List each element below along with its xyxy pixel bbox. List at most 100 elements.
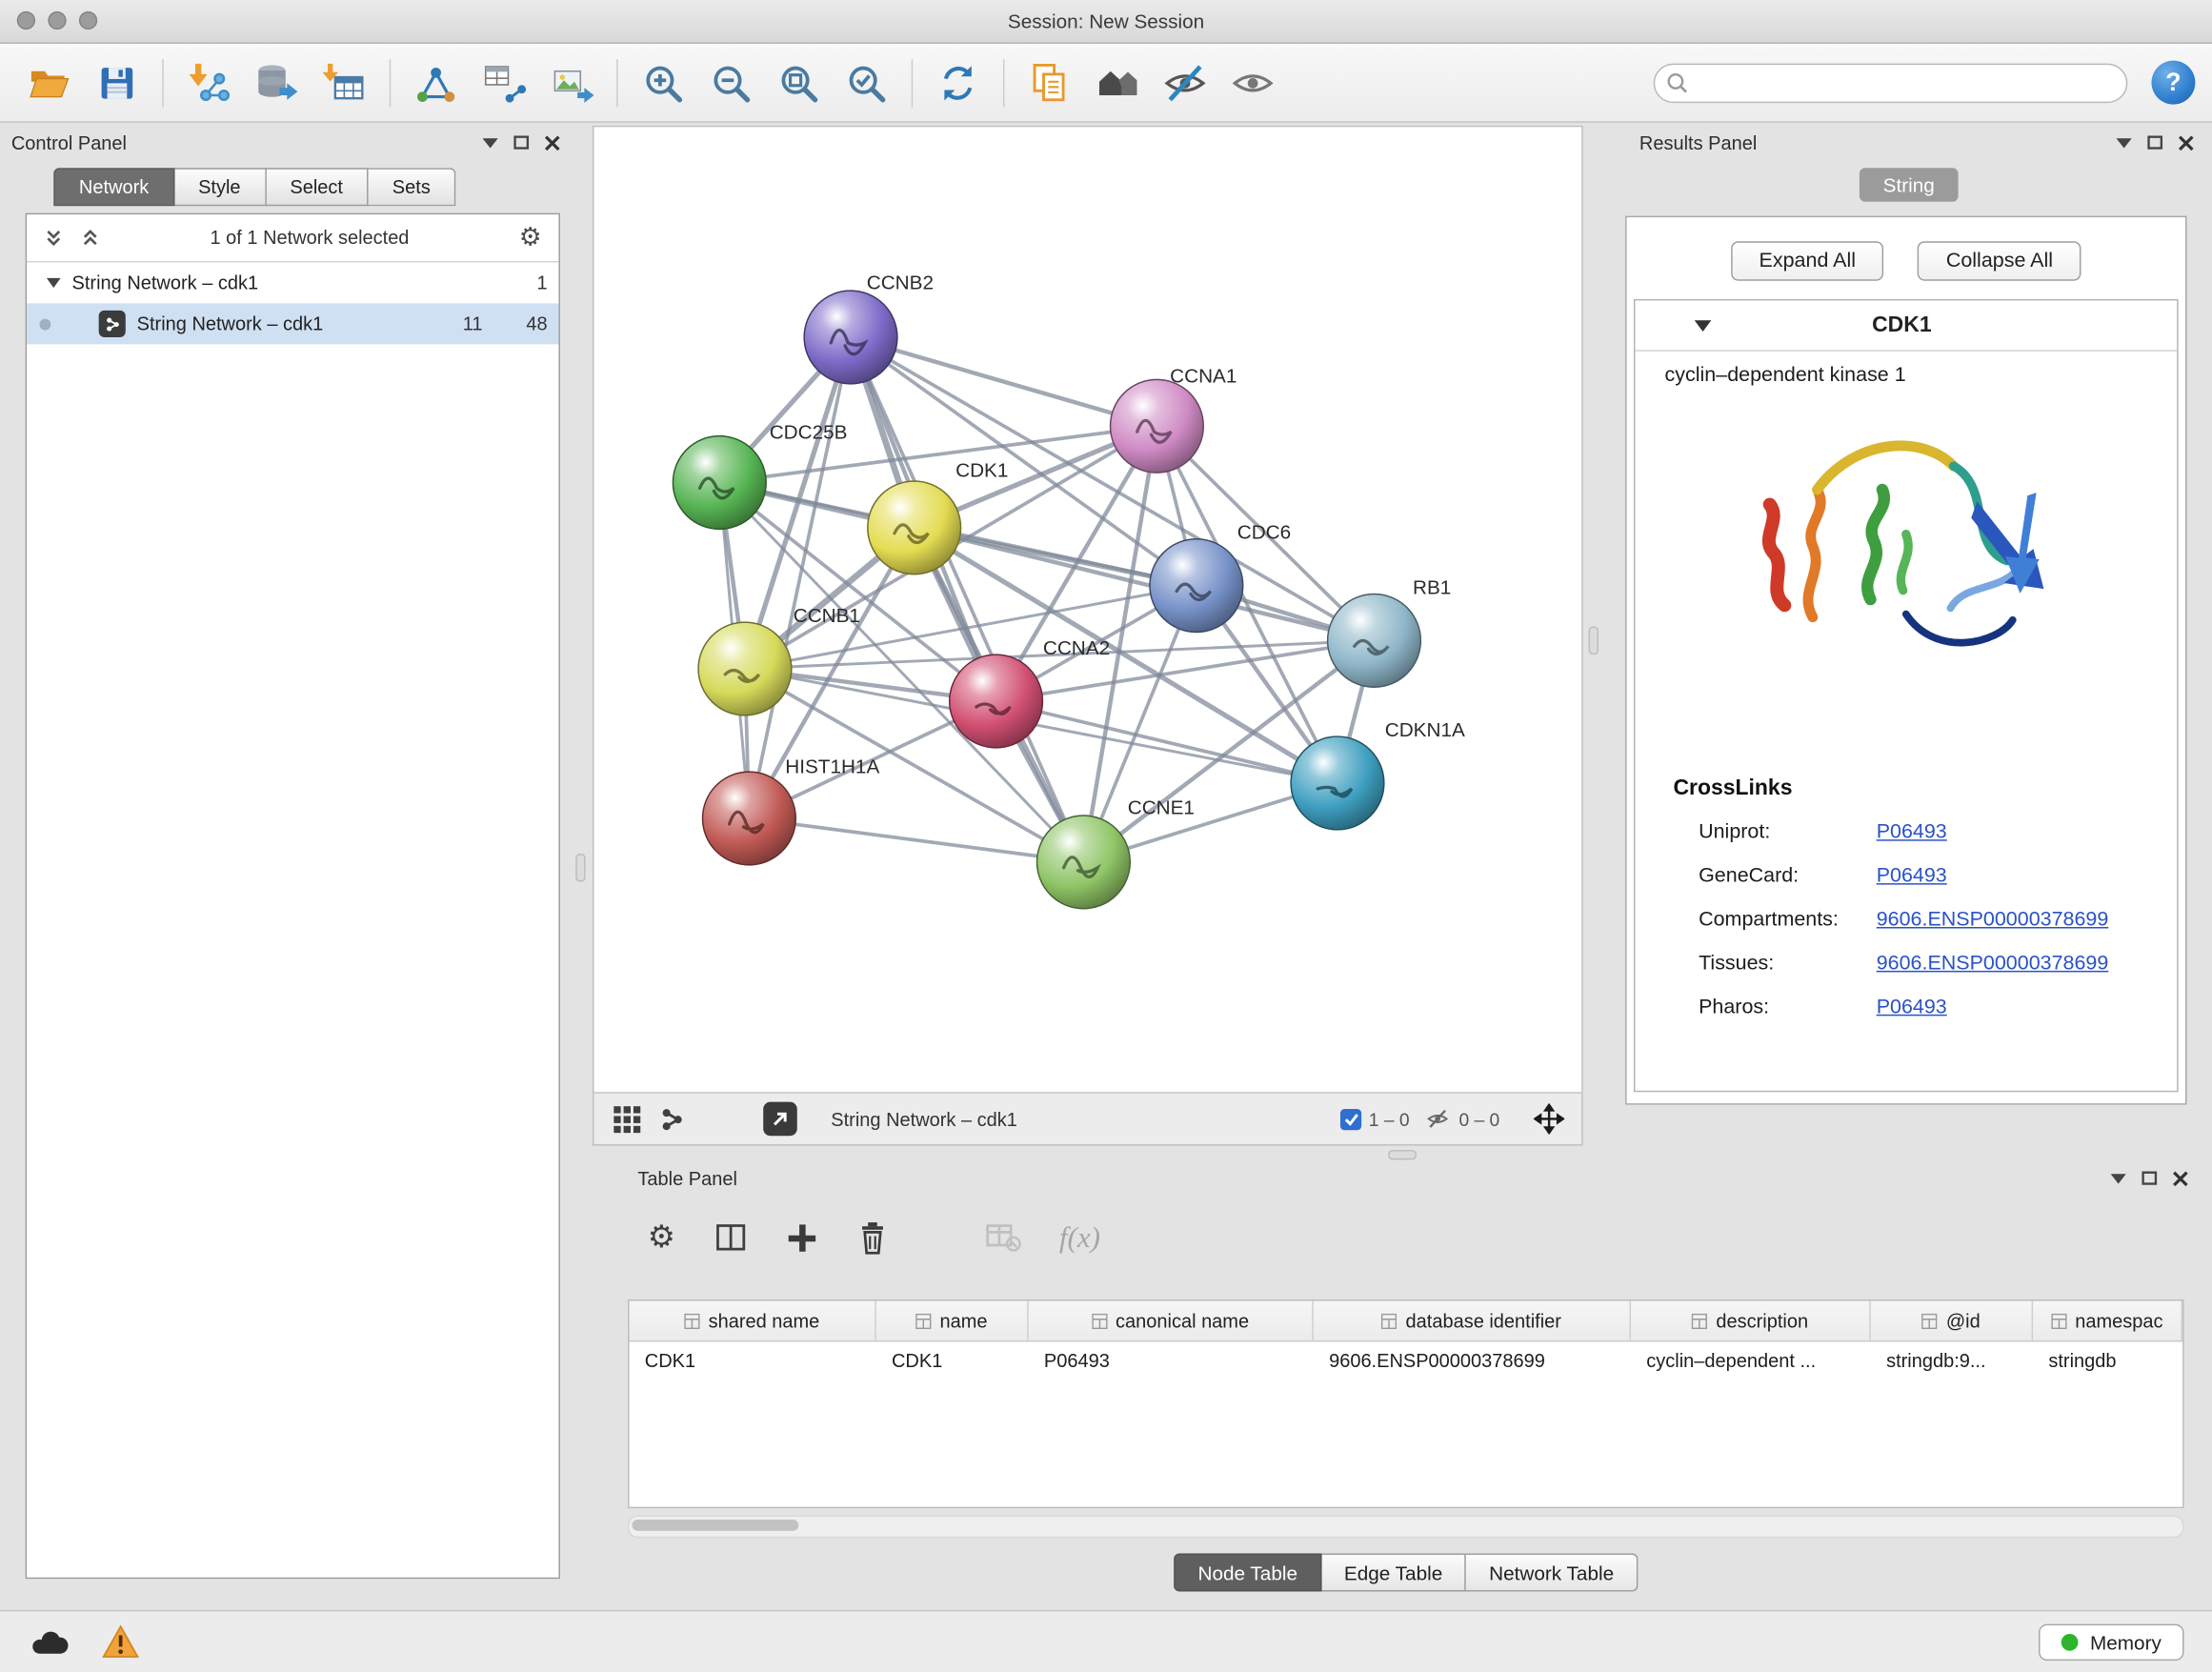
- search-input[interactable]: [1654, 63, 2128, 102]
- table-cell[interactable]: cyclin–dependent ...: [1631, 1350, 1871, 1371]
- table-cell[interactable]: CDK1: [876, 1350, 1029, 1371]
- expand-all-networks-button[interactable]: [74, 227, 106, 250]
- node-CDC25B[interactable]: [673, 436, 766, 530]
- memory-button[interactable]: Memory: [2040, 1623, 2184, 1661]
- function-builder-button[interactable]: f(x): [1059, 1219, 1100, 1255]
- selected-checkbox-icon[interactable]: [1340, 1108, 1361, 1129]
- control-panel-float-button[interactable]: [474, 131, 506, 154]
- network-overview-button[interactable]: [656, 1108, 688, 1131]
- warnings-button[interactable]: [102, 1624, 140, 1660]
- results-panel-maximize-button[interactable]: [2139, 131, 2170, 154]
- zoom-in-button[interactable]: [631, 51, 695, 113]
- delete-column-button[interactable]: [856, 1220, 889, 1255]
- node-CDC6[interactable]: [1150, 539, 1243, 633]
- table-panel-float-button[interactable]: [2102, 1167, 2134, 1190]
- left-splitter-handle[interactable]: [575, 854, 585, 882]
- window-zoom-button[interactable]: [79, 11, 97, 30]
- node-CCNE1[interactable]: [1037, 816, 1131, 909]
- delete-table-button-disabled[interactable]: [984, 1222, 1021, 1254]
- save-session-button[interactable]: [85, 51, 150, 113]
- tab-node-table[interactable]: Node Table: [1174, 1554, 1321, 1592]
- new-network-from-table-button[interactable]: [472, 51, 536, 113]
- hide-selected-button[interactable]: [1153, 51, 1217, 113]
- new-network-button[interactable]: [404, 51, 469, 113]
- crosslink-link[interactable]: P06493: [1877, 864, 1947, 887]
- import-network-file-button[interactable]: [176, 51, 241, 113]
- column-header-namespac[interactable]: namespac: [2033, 1300, 2182, 1340]
- network-options-gear-button[interactable]: ⚙: [513, 225, 548, 251]
- table-horizontal-scrollbar[interactable]: [628, 1516, 2184, 1539]
- column-header-shared-name[interactable]: shared name: [630, 1300, 876, 1340]
- export-image-button[interactable]: [539, 51, 604, 113]
- table-options-gear-button[interactable]: ⚙: [648, 1219, 675, 1255]
- tab-network[interactable]: Network: [53, 168, 174, 206]
- results-panel-close-button[interactable]: [2170, 131, 2202, 154]
- edge-CCNB2-HIST1H1A[interactable]: [749, 337, 851, 818]
- control-panel-maximize-button[interactable]: [505, 131, 536, 154]
- network-row[interactable]: String Network – cdk1 11 48: [27, 303, 558, 344]
- tab-edge-table[interactable]: Edge Table: [1321, 1554, 1466, 1592]
- copy-document-button[interactable]: [1017, 51, 1082, 113]
- column-header-database-identifier[interactable]: database identifier: [1314, 1300, 1631, 1340]
- node-CCNA2[interactable]: [950, 655, 1043, 748]
- import-network-database-button[interactable]: [244, 51, 309, 113]
- show-all-button[interactable]: [1220, 51, 1285, 113]
- window-minimize-button[interactable]: [48, 11, 66, 30]
- crosslink-link[interactable]: P06493: [1877, 996, 1947, 1018]
- table-cell[interactable]: 9606.ENSP00000378699: [1314, 1350, 1631, 1371]
- open-session-button[interactable]: [17, 51, 82, 113]
- column-header--id[interactable]: @id: [1871, 1300, 2033, 1340]
- column-header-canonical-name[interactable]: canonical name: [1029, 1300, 1314, 1340]
- crosslink-link[interactable]: P06493: [1877, 820, 1947, 843]
- refresh-button[interactable]: [926, 51, 991, 113]
- table-cell[interactable]: stringdb: [2033, 1350, 2182, 1371]
- collapse-all-button[interactable]: Collapse All: [1918, 241, 2081, 280]
- node-CDKN1A[interactable]: [1291, 736, 1384, 830]
- column-header-name[interactable]: name: [876, 1300, 1029, 1340]
- import-table-button[interactable]: [312, 51, 376, 113]
- grid-view-button[interactable]: [611, 1108, 642, 1131]
- right-splitter-handle[interactable]: [1589, 627, 1599, 655]
- table-panel-maximize-button[interactable]: [2133, 1167, 2164, 1190]
- zoom-fit-button[interactable]: [766, 51, 831, 113]
- table-cell[interactable]: P06493: [1029, 1350, 1314, 1371]
- home-button[interactable]: [1085, 51, 1150, 113]
- scrollbar-thumb[interactable]: [632, 1520, 798, 1531]
- crosslink-link[interactable]: 9606.ENSP00000378699: [1877, 908, 2109, 931]
- expand-all-button[interactable]: Expand All: [1731, 241, 1884, 280]
- node-HIST1H1A[interactable]: [703, 772, 796, 865]
- edge-HIST1H1A-CCNE1[interactable]: [749, 818, 1083, 862]
- node-CCNA1[interactable]: [1111, 379, 1204, 473]
- crosslink-link[interactable]: 9606.ENSP00000378699: [1877, 952, 2109, 975]
- network-canvas[interactable]: CCNB2CCNA1CDC25BCDK1CDC6RB1CCNB1CCNA2CDK…: [593, 126, 1583, 1094]
- help-button[interactable]: ?: [2151, 61, 2195, 105]
- bottom-splitter-handle[interactable]: [1388, 1150, 1417, 1159]
- tab-sets[interactable]: Sets: [369, 168, 456, 206]
- collapse-all-networks-button[interactable]: [38, 227, 70, 250]
- node-CDK1[interactable]: [868, 481, 961, 574]
- cloud-button[interactable]: [29, 1624, 70, 1659]
- table-row-0[interactable]: CDK1CDK1P064939606.ENSP00000378699cyclin…: [630, 1341, 2183, 1380]
- create-column-button[interactable]: [786, 1221, 818, 1254]
- table-cell[interactable]: CDK1: [630, 1350, 876, 1371]
- show-columns-button[interactable]: [714, 1220, 748, 1255]
- window-close-button[interactable]: [17, 11, 35, 30]
- node-CCNB2[interactable]: [804, 291, 897, 384]
- table-panel-close-button[interactable]: [2164, 1167, 2196, 1190]
- zoom-selected-button[interactable]: [834, 51, 898, 113]
- zoom-out-button[interactable]: [698, 51, 763, 113]
- fit-content-button[interactable]: [1534, 1108, 1565, 1131]
- results-panel-float-button[interactable]: [2108, 131, 2140, 154]
- edge-CCNB2-CCNA1[interactable]: [851, 337, 1156, 426]
- gene-section-header[interactable]: CDK1: [1635, 300, 2177, 351]
- string-tab-badge[interactable]: String: [1859, 168, 1959, 202]
- birdseye-view-button[interactable]: [763, 1102, 797, 1137]
- edge-CCNB2-CCNE1[interactable]: [851, 337, 1083, 862]
- tab-select[interactable]: Select: [266, 168, 368, 206]
- node-RB1[interactable]: [1328, 594, 1421, 687]
- node-CCNB1[interactable]: [698, 622, 792, 715]
- tab-style[interactable]: Style: [174, 168, 266, 206]
- tab-network-table[interactable]: Network Table: [1466, 1554, 1638, 1592]
- column-header-description[interactable]: description: [1631, 1300, 1871, 1340]
- network-collection-row[interactable]: String Network – cdk1 1: [27, 262, 558, 303]
